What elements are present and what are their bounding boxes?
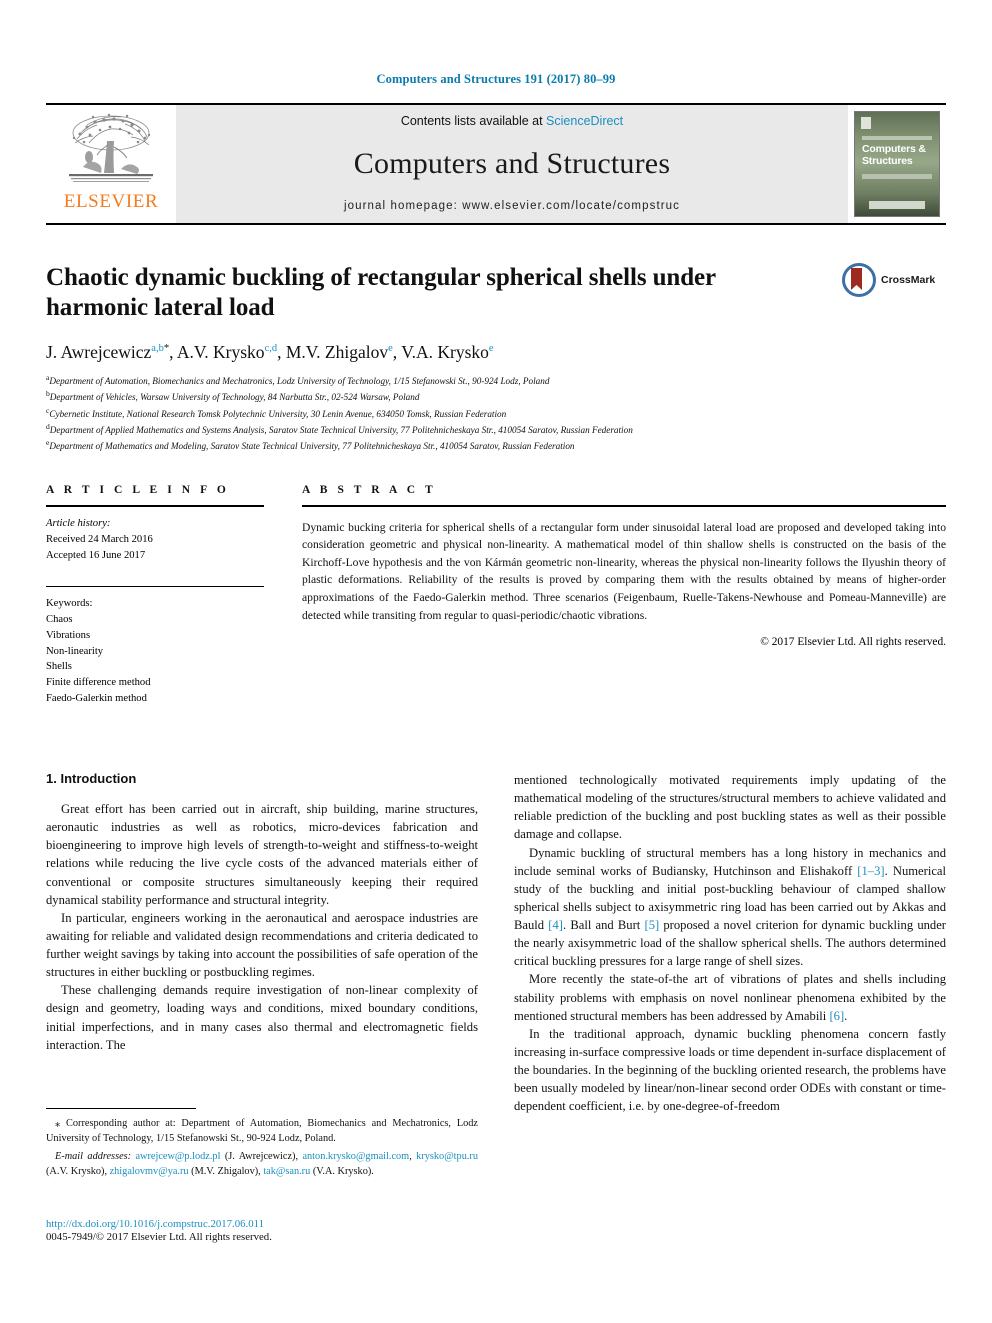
body-column-left: 1. Introduction Great effort has been ca… [46, 771, 478, 1115]
affiliation-list: aDepartment of Automation, Biomechanics … [46, 372, 946, 454]
elsevier-wordmark: ELSEVIER [63, 191, 159, 212]
keyword-item: Chaos [46, 613, 73, 625]
running-head: Computers and Structures 191 (2017) 80–9… [376, 72, 616, 86]
body-paragraph: Great effort has been carried out in air… [46, 802, 478, 907]
affiliation-item: aDepartment of Automation, Biomechanics … [46, 373, 550, 387]
author-affiliation-marker: c,d [264, 343, 278, 355]
author-name: J. Awrejcewicz [46, 342, 152, 362]
keyword-item: Shells [46, 661, 72, 673]
cover-footer-band [869, 201, 925, 209]
abstract-rule [302, 504, 946, 507]
email-link[interactable]: zhigalovmv@ya.ru [110, 1166, 189, 1177]
article-info-column: A R T I C L E I N F O Article history: R… [46, 484, 264, 708]
issn-copyright-line: 0045-7949/© 2017 Elsevier Ltd. All right… [46, 1231, 272, 1243]
section-title-introduction: 1. Introduction [46, 771, 137, 787]
footnote-area: ⁎ Corresponding author at: Department of… [46, 1108, 478, 1182]
cover-title: Computers & Structures [862, 143, 926, 167]
citation-link[interactable]: [4] [548, 918, 563, 932]
author-affiliation-marker: a,b [151, 343, 164, 355]
author-affiliation-marker: e [388, 343, 393, 355]
article-history: Article history: Received 24 March 2016 … [46, 516, 264, 564]
citation-link[interactable]: [1–3] [857, 864, 884, 878]
body-columns: 1. Introduction Great effort has been ca… [46, 771, 946, 1115]
body-paragraph: More recently the state-of-the art of vi… [514, 972, 946, 1023]
cover-subtext-bottom [862, 174, 932, 179]
footnote-rule [46, 1108, 196, 1109]
affiliation-key: c [46, 405, 50, 415]
keywords-rule [46, 585, 264, 587]
keywords-block: Keywords: Chaos Vibrations Non-linearity Sh… [46, 596, 264, 707]
body-paragraph: In particular, engineers working in the … [46, 910, 478, 980]
cover-subtext-top [862, 136, 932, 140]
corresponding-author-note: ⁎ Corresponding author at: Department of… [46, 1118, 478, 1145]
article-accepted: Accepted 16 June 2017 [46, 549, 146, 561]
email-label: E-mail addresses: [55, 1151, 136, 1163]
elsevier-tree-icon [69, 113, 153, 182]
body-paragraph: Dynamic buckling of structural members h… [514, 845, 946, 969]
keyword-item: Finite difference method [46, 677, 151, 689]
keyword-item: Vibrations [46, 629, 91, 641]
affiliation-item: bDepartment of Vehicles, Warsaw Universi… [46, 389, 420, 403]
page-title: Chaotic dynamic buckling of rectangular … [46, 264, 716, 321]
author-affiliation-marker: e [488, 343, 494, 355]
affiliation-item: dDepartment of Applied Mathematics and S… [46, 421, 633, 435]
email-link[interactable]: anton.krysko@gmail.com [302, 1151, 409, 1162]
contents-band: Contents lists available at ScienceDirec… [176, 105, 848, 223]
crossmark-icon [842, 263, 876, 297]
author-name: M.V. Zhigalov [285, 342, 389, 362]
abstract-column: A B S T R A C T Dynamic bucking criteria… [302, 484, 946, 708]
abstract-text: Dynamic bucking criteria for spherical s… [302, 520, 946, 622]
abstract-heading: A B S T R A C T [302, 483, 437, 496]
author-list: J. Awrejcewicza,b*, A.V. Kryskoc,d, M.V.… [46, 342, 494, 362]
elsevier-logo: ELSEVIER [46, 105, 176, 223]
article-info-rule [46, 504, 264, 507]
contents-available-line: Contents lists available at ScienceDirec… [401, 114, 623, 128]
email-link[interactable]: tak@san.ru [263, 1166, 310, 1177]
crossmark-badge[interactable]: CrossMark [842, 263, 946, 297]
sciencedirect-link[interactable]: ScienceDirect [546, 114, 623, 128]
title-block: Chaotic dynamic buckling of rectangular … [46, 263, 946, 322]
article-history-label: Article history: [46, 517, 111, 529]
keywords-label: Keywords: [46, 597, 93, 609]
corresponding-author-marker: * [163, 343, 170, 355]
journal-homepage[interactable]: journal homepage: www.elsevier.com/locat… [344, 200, 680, 212]
journal-cover-thumbnail: Computers & Structures [848, 105, 946, 223]
paper-page: Computers and Structures 191 (2017) 80–9… [0, 0, 992, 1323]
affiliation-key: e [46, 438, 50, 448]
cover-image: Computers & Structures [854, 111, 940, 217]
affiliation-item: eDepartment of Mathematics and Modeling,… [46, 438, 575, 452]
email-addresses-note: E-mail addresses: awrejcew@p.lodz.pl (J.… [46, 1151, 478, 1178]
abstract-copyright: © 2017 Elsevier Ltd. All rights reserved… [760, 636, 946, 649]
body-column-right: mentioned technologically motivated requ… [514, 771, 946, 1115]
footer-doi-block: http://dx.doi.org/10.1016/j.compstruc.20… [46, 1218, 478, 1243]
journal-name: Computers and Structures [353, 147, 671, 180]
email-link[interactable]: krysko@tpu.ru [416, 1151, 478, 1162]
author-name: V.A. Krysko [401, 342, 489, 362]
keyword-item: Faedo-Galerkin method [46, 693, 147, 705]
body-paragraph: In the traditional approach, dynamic buc… [514, 1026, 946, 1114]
cover-elsevier-mark [861, 117, 871, 129]
body-paragraph: These challenging demands require invest… [46, 983, 478, 1052]
left-column-paragraphs: Great effort has been carried out in air… [46, 800, 478, 1054]
email-link[interactable]: awrejcew@p.lodz.pl [135, 1151, 220, 1162]
journal-masthead: ELSEVIER Contents lists available at Sci… [46, 103, 946, 225]
author-name: A.V. Krysko [176, 342, 265, 362]
keyword-item: Non-linearity [46, 645, 104, 657]
article-received: Received 24 March 2016 [46, 533, 153, 545]
affiliation-item: cCybernetic Institute, National Research… [46, 405, 507, 419]
citation-link[interactable]: [6] [829, 1009, 844, 1023]
article-info-heading: A R T I C L E I N F O [46, 483, 230, 496]
body-paragraph: mentioned technologically motivated requ… [514, 773, 946, 842]
keywords-items: Chaos Vibrations Non-linearity Shells Finite… [46, 612, 264, 707]
doi-link[interactable]: http://dx.doi.org/10.1016/j.compstruc.20… [46, 1218, 478, 1230]
affiliation-key: b [46, 389, 50, 399]
right-column-paragraphs: mentioned technologically motivated requ… [514, 771, 946, 1115]
contents-prefix: Contents lists available at [400, 114, 547, 128]
crossmark-label: CrossMark [881, 274, 936, 286]
info-abstract-row: A R T I C L E I N F O Article history: R… [46, 484, 946, 708]
affiliation-key: d [46, 421, 50, 431]
citation-link[interactable]: [5] [645, 918, 660, 932]
affiliation-key: a [46, 373, 50, 382]
